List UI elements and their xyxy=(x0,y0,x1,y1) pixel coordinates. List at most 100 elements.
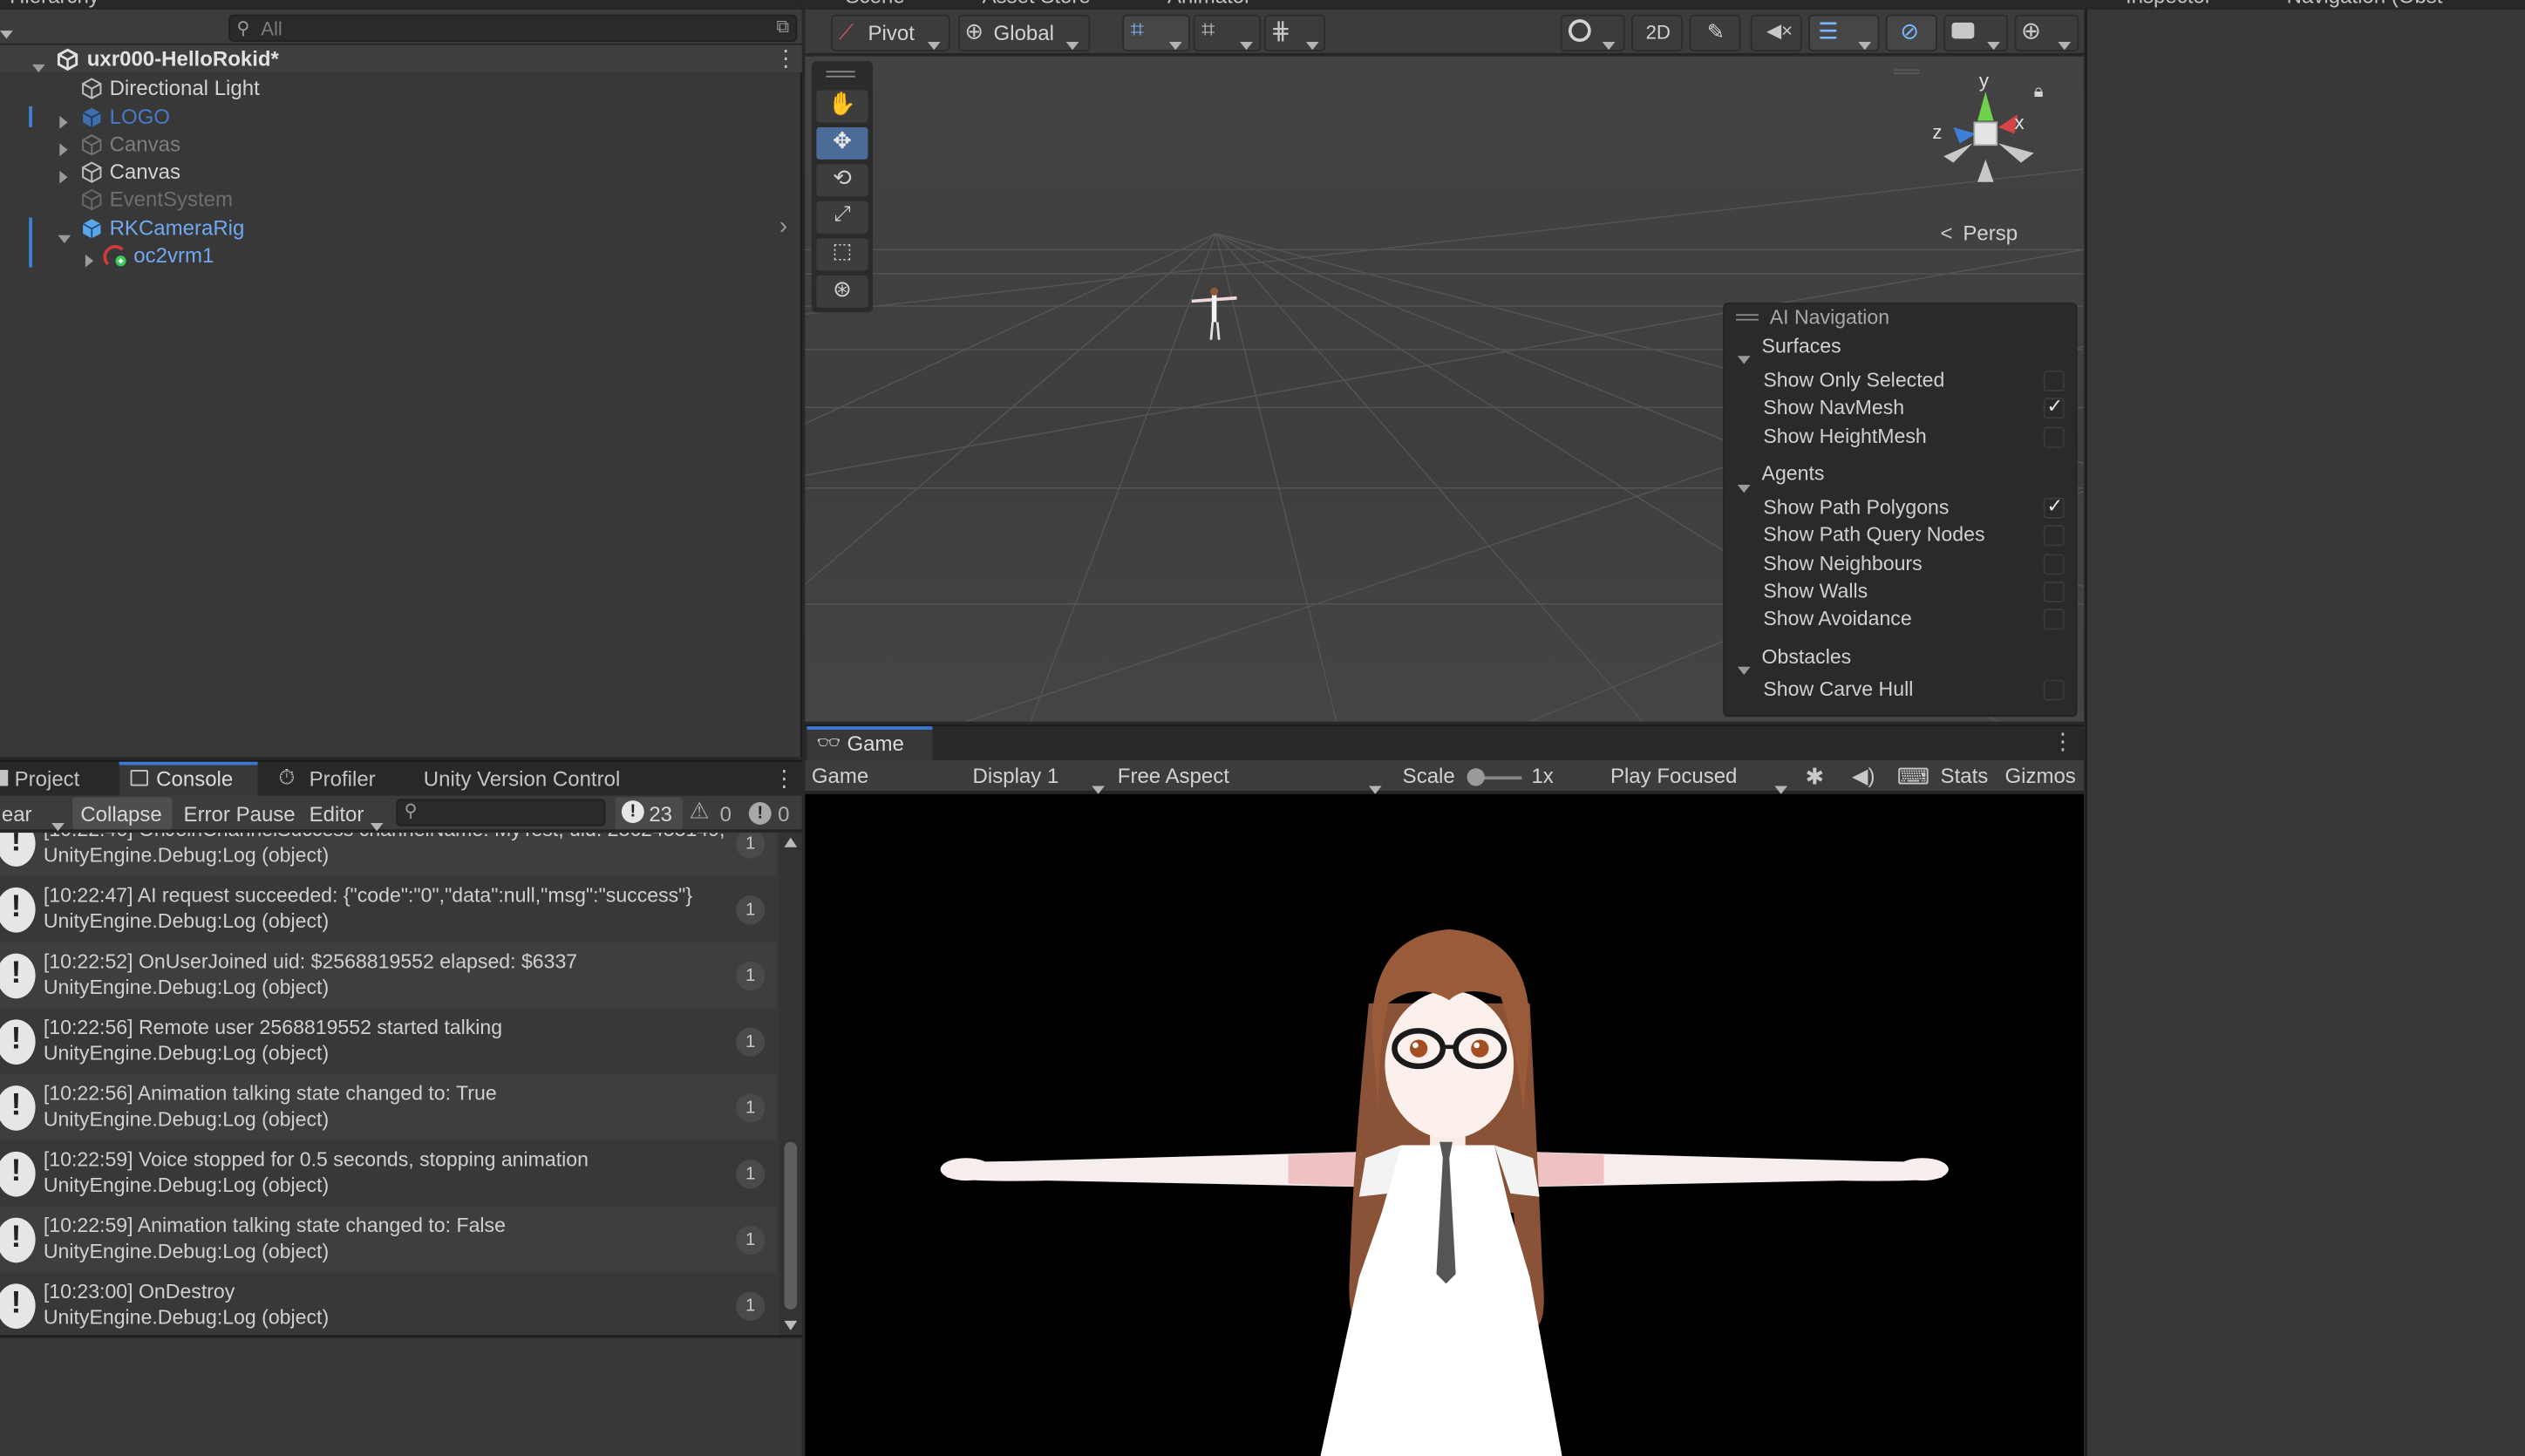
scene-search-toggle-icon[interactable]: ⧉ xyxy=(776,17,789,38)
scene-visibility-button[interactable]: ⊘ xyxy=(1885,14,1937,52)
console-log-entry[interactable]: [10:22:47] AI request succeeded: {"code"… xyxy=(0,875,777,942)
draw-mode-dropdown[interactable] xyxy=(1560,14,1625,52)
speaker-icon[interactable]: ◀︎) xyxy=(1852,760,1875,793)
tab-project[interactable]: Project xyxy=(15,766,80,791)
projection-label[interactable]: Persp xyxy=(1963,221,2018,245)
editor-target-dropdown[interactable]: Editor xyxy=(304,797,388,832)
hierarchy-item-oc2vrm1[interactable]: oc2vrm1 xyxy=(0,242,802,269)
gizmos-button[interactable]: Gizmos xyxy=(2004,760,2075,793)
hierarchy-item-canvas-disabled[interactable]: Canvas xyxy=(0,131,802,158)
open-prefab-chevron-icon[interactable]: › xyxy=(779,213,787,240)
hierarchy-item-eventsystem[interactable]: EventSystem xyxy=(0,185,802,212)
hierarchy-item-directional-light[interactable]: Directional Light xyxy=(0,74,802,101)
show-walls-checkbox[interactable] xyxy=(2043,581,2065,602)
console-log-entry[interactable]: [10:22:46] OnJoinChannelSuccess channelN… xyxy=(0,833,777,876)
show-navmesh-checkbox[interactable]: ✓ xyxy=(2043,395,2065,419)
surfaces-section-title[interactable]: Surfaces xyxy=(1762,335,1841,357)
rect-tool-button[interactable]: ⬚ xyxy=(816,238,868,271)
show-only-selected-checkbox[interactable] xyxy=(2043,370,2065,391)
keyboard-icon[interactable]: ⌨ xyxy=(1897,760,1929,793)
warning-count-toggle[interactable]: ⚠ 0 xyxy=(686,797,741,829)
error-count-toggle[interactable]: ! 0 xyxy=(744,797,799,829)
palette-drag-handle[interactable] xyxy=(826,71,855,78)
tab-animator[interactable]: Animator xyxy=(1167,0,1251,8)
console-scrollbar[interactable] xyxy=(779,833,802,1336)
projection-toggle-icon[interactable]: < xyxy=(1941,221,1953,245)
overlay-drag-handle[interactable] xyxy=(1736,314,1759,321)
kebab-menu-icon[interactable]: ⋮ xyxy=(773,765,796,792)
obstacles-foldout-arrow-icon[interactable] xyxy=(1737,654,1751,683)
console-log-entry[interactable]: [10:22:52] OnUserJoined uid: $2568819552… xyxy=(0,942,777,1009)
lighting-toggle-button[interactable]: ✎ xyxy=(1689,14,1741,52)
hierarchy-search-input[interactable]: ⚲ All ⧉ xyxy=(228,14,798,43)
game-tab-label[interactable]: Game xyxy=(847,731,903,756)
scale-slider[interactable]: Scale 1x xyxy=(1403,760,1603,793)
kebab-menu-icon[interactable]: ⋮ xyxy=(774,45,797,72)
tab-profiler[interactable]: Profiler xyxy=(310,766,376,791)
hierarchy-item-logo[interactable]: LOGO xyxy=(0,103,802,130)
game-mode-dropdown[interactable]: Game xyxy=(812,760,960,793)
aspect-dropdown[interactable]: Free Aspect xyxy=(1118,760,1388,794)
console-log-entry[interactable]: [10:22:59] Animation talking state chang… xyxy=(0,1206,777,1273)
scroll-down-icon[interactable] xyxy=(784,1320,798,1330)
stats-button[interactable]: Stats xyxy=(1941,760,1989,793)
scene-row[interactable]: uxr000-HelloRokid* ⋮ xyxy=(0,44,802,73)
tab-navigation-obstacles[interactable]: Navigation (Obst xyxy=(2287,0,2443,8)
play-mode-dropdown[interactable]: Play Focused xyxy=(1610,760,1794,794)
show-neighbours-checkbox[interactable] xyxy=(2043,554,2065,575)
move-tool-button[interactable]: ✥ xyxy=(816,126,868,160)
console-log-entry[interactable]: [10:22:59] Voice stopped for 0.5 seconds… xyxy=(0,1140,777,1207)
hand-tool-button[interactable]: ✋ xyxy=(816,90,868,123)
view-gizmo-handle[interactable] xyxy=(1894,69,1920,74)
add-menu-icon[interactable] xyxy=(0,17,13,46)
console-log-entry[interactable]: [10:23:00] OnDestroy UnityEngine.Debug:L… xyxy=(0,1272,777,1336)
show-avoidance-checkbox[interactable] xyxy=(2043,609,2065,630)
bug-icon[interactable]: ✱ xyxy=(1805,760,1824,793)
effects-dropdown[interactable]: ☰ xyxy=(1808,14,1880,52)
scale-slider-thumb[interactable] xyxy=(1467,768,1485,786)
show-path-query-nodes-checkbox[interactable] xyxy=(2043,525,2065,547)
agents-section-title[interactable]: Agents xyxy=(1762,462,1825,485)
hierarchy-tab[interactable]: Hierarchy xyxy=(10,0,99,8)
show-heightmesh-checkbox[interactable] xyxy=(2043,426,2065,448)
tab-unity-version-control[interactable]: Unity Version Control xyxy=(424,766,621,791)
global-dropdown[interactable]: ⊕ Global xyxy=(957,14,1091,52)
grid-visibility-button[interactable]: ⋕ xyxy=(1263,14,1326,52)
console-search-input[interactable]: ⚲ xyxy=(396,799,606,827)
audio-toggle-button[interactable]: ◀× xyxy=(1750,14,1802,52)
hierarchy-item-canvas[interactable]: Canvas xyxy=(0,158,802,185)
scroll-up-icon[interactable] xyxy=(784,837,798,847)
scrollbar-thumb[interactable] xyxy=(784,1141,798,1310)
error-pause-toggle[interactable]: Error Pause xyxy=(184,802,296,827)
surfaces-foldout-arrow-icon[interactable] xyxy=(1737,343,1751,371)
show-path-polygons-checkbox[interactable]: ✓ xyxy=(2043,494,2065,519)
show-carve-hull-checkbox[interactable] xyxy=(2043,679,2065,701)
grid-snapping-button[interactable]: ⌗ xyxy=(1122,14,1190,52)
clear-button[interactable]: ear xyxy=(2,802,32,827)
pivot-dropdown[interactable]: ⟋ Pivot xyxy=(831,14,950,52)
tab-asset-store[interactable]: Asset Store xyxy=(983,0,1091,8)
game-viewport[interactable] xyxy=(805,793,2084,1456)
console-log-list[interactable]: [10:22:46] OnJoinChannelSuccess channelN… xyxy=(0,833,802,1337)
console-log-entry[interactable]: [10:22:56] Animation talking state chang… xyxy=(0,1074,777,1140)
obstacles-section-title[interactable]: Obstacles xyxy=(1762,646,1852,669)
scene-viewport[interactable]: ✋ ✥ ⟲ ⤢ ⬚ ⊛ 🔒︎ y x z < Persp AI Navigati… xyxy=(805,56,2084,722)
tab-console[interactable]: Console xyxy=(156,766,233,791)
display-dropdown[interactable]: Display 1 xyxy=(973,760,1108,794)
gizmos-dropdown[interactable]: ⊕ xyxy=(2014,14,2079,52)
kebab-menu-icon[interactable]: ⋮ xyxy=(2052,728,2074,755)
increment-snap-button[interactable]: ⌗ xyxy=(1193,14,1262,52)
transform-tool-button[interactable]: ⊛ xyxy=(816,275,868,308)
rotate-tool-button[interactable]: ⟲ xyxy=(816,164,868,197)
collapse-toggle[interactable]: Collapse xyxy=(72,797,173,830)
tab-inspector[interactable]: Inspector xyxy=(2126,0,2212,8)
agents-foldout-arrow-icon[interactable] xyxy=(1737,472,1751,500)
expand-arrow-icon[interactable] xyxy=(85,248,94,272)
tab-scene[interactable]: Scene xyxy=(846,0,905,8)
hierarchy-item-rkcamerarig[interactable]: RKCameraRig › xyxy=(0,213,802,243)
character-gizmo[interactable] xyxy=(1191,287,1237,340)
camera-dropdown[interactable] xyxy=(1943,14,2009,52)
scale-tool-button[interactable]: ⤢ xyxy=(816,201,868,234)
console-log-entry[interactable]: [10:22:56] Remote user 2568819552 starte… xyxy=(0,1008,777,1075)
toggle-2d-button[interactable]: 2D xyxy=(1630,14,1684,52)
